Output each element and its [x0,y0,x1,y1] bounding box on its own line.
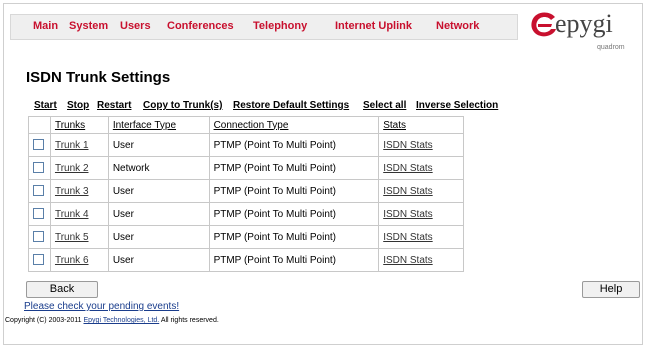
trunk-link[interactable]: Trunk 3 [55,186,89,197]
connection-type-cell: PTMP (Point To Multi Point) [208,248,380,272]
restore-default-settings-link[interactable]: Restore Default Settings [233,100,349,111]
isdn-stats-link[interactable]: ISDN Stats [383,232,432,243]
nav-system[interactable]: System [69,20,108,32]
pending-events-link[interactable]: Please check your pending events! [24,301,179,312]
interface-type-cell: User [107,202,210,226]
table-row: Trunk 5 User PTMP (Point To Multi Point)… [28,225,464,249]
row-select-checkbox[interactable] [33,139,44,151]
nav-telephony[interactable]: Telephony [253,20,307,32]
table-row: Trunk 1 User PTMP (Point To Multi Point)… [28,133,464,157]
interface-type-cell: User [107,225,210,249]
nav-internet-uplink[interactable]: Internet Uplink [335,20,412,32]
row-select-cell [28,248,51,272]
connection-type-cell: PTMP (Point To Multi Point) [208,156,380,180]
table-row: Trunk 6 User PTMP (Point To Multi Point)… [28,248,464,272]
row-select-cell [28,179,51,203]
row-select-cell [28,156,51,180]
interface-type-cell: User [107,248,210,272]
trunk-link[interactable]: Trunk 6 [55,255,89,266]
row-select-cell [28,202,51,226]
column-header-stats[interactable]: Stats [378,116,464,134]
checkbox-column-header [28,116,51,134]
table-header-row: Trunks Interface Type Connection Type St… [28,116,464,134]
copy-to-trunks-link[interactable]: Copy to Trunk(s) [143,100,222,111]
connection-type-cell: PTMP (Point To Multi Point) [208,225,380,249]
trunk-link[interactable]: Trunk 4 [55,209,89,220]
select-all-link[interactable]: Select all [363,100,406,111]
logo-word: epygi [555,9,613,38]
isdn-stats-link[interactable]: ISDN Stats [383,163,432,174]
row-select-checkbox[interactable] [33,162,44,174]
back-button[interactable]: Back [26,281,98,298]
inverse-selection-link[interactable]: Inverse Selection [416,100,498,111]
row-select-checkbox[interactable] [33,185,44,197]
nav-conferences[interactable]: Conferences [167,20,234,32]
help-button[interactable]: Help [582,281,640,298]
isdn-stats-link[interactable]: ISDN Stats [383,140,432,151]
isdn-stats-link[interactable]: ISDN Stats [383,255,432,266]
company-link[interactable]: Epygi Technologies, Ltd. [83,317,159,324]
row-select-checkbox[interactable] [33,254,44,266]
row-select-checkbox[interactable] [33,208,44,220]
isdn-stats-link[interactable]: ISDN Stats [383,209,432,220]
rights-text: All rights reserved. [160,317,219,324]
row-select-cell [28,133,51,157]
interface-type-cell: Network [107,156,210,180]
epygi-logo: epygi quadrom [527,6,639,56]
trunk-link[interactable]: Trunk 5 [55,232,89,243]
connection-type-cell: PTMP (Point To Multi Point) [208,179,380,203]
column-header-trunks[interactable]: Trunks [49,116,109,134]
connection-type-cell: PTMP (Point To Multi Point) [208,202,380,226]
interface-type-cell: User [107,179,210,203]
trunk-link[interactable]: Trunk 1 [55,140,89,151]
trunks-table: Trunks Interface Type Connection Type St… [28,116,464,272]
interface-type-cell: User [107,133,210,157]
table-row: Trunk 2 Network PTMP (Point To Multi Poi… [28,156,464,180]
copyright-line: Copyright (C) 2003-2011 Epygi Technologi… [5,317,219,324]
start-link[interactable]: Start [34,100,57,111]
column-header-connection-type[interactable]: Connection Type [208,116,380,134]
nav-users[interactable]: Users [120,20,151,32]
stop-link[interactable]: Stop [67,100,89,111]
top-navigation-bar: Main System Users Conferences Telephony … [10,14,518,40]
connection-type-cell: PTMP (Point To Multi Point) [208,133,380,157]
restart-link[interactable]: Restart [97,100,131,111]
copyright-text: Copyright (C) 2003-2011 [5,317,82,324]
row-select-cell [28,225,51,249]
page-title: ISDN Trunk Settings [26,69,171,86]
row-select-checkbox[interactable] [33,231,44,243]
table-row: Trunk 3 User PTMP (Point To Multi Point)… [28,179,464,203]
column-header-interface-type[interactable]: Interface Type [107,116,210,134]
nav-network[interactable]: Network [436,20,479,32]
trunk-link[interactable]: Trunk 2 [55,163,89,174]
nav-main[interactable]: Main [33,20,58,32]
isdn-stats-link[interactable]: ISDN Stats [383,186,432,197]
logo-subtitle: quadrom [597,44,625,51]
table-row: Trunk 4 User PTMP (Point To Multi Point)… [28,202,464,226]
